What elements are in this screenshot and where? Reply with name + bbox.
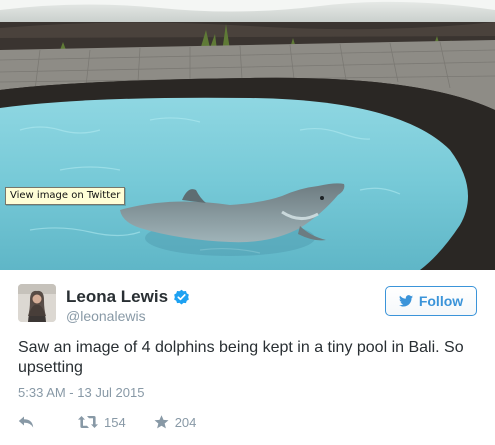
dolphin-pool-photo xyxy=(0,0,495,270)
tweet-actions: 154 204 xyxy=(18,412,196,432)
user-handle[interactable]: @leonalewis xyxy=(66,308,146,324)
verified-badge-icon xyxy=(173,289,190,306)
tweet-timestamp[interactable]: 5:33 AM - 13 Jul 2015 xyxy=(18,385,144,401)
tweet-text: Saw an image of 4 dolphins being kept in… xyxy=(18,339,464,376)
twitter-bird-icon xyxy=(398,295,413,307)
tweet-photo[interactable]: View image on Twitter xyxy=(0,0,495,270)
reply-button[interactable] xyxy=(18,416,36,428)
reply-icon xyxy=(18,416,34,428)
embedded-tweet: View image on Twitter Leona Lewis @leona… xyxy=(0,0,495,445)
display-name[interactable]: Leona Lewis xyxy=(66,287,168,307)
avatar[interactable] xyxy=(18,284,56,322)
favorite-star-icon xyxy=(154,415,169,429)
retweet-button[interactable]: 154 xyxy=(78,415,126,430)
name-row: Leona Lewis xyxy=(66,287,190,307)
avatar-image xyxy=(18,284,56,322)
retweet-count: 154 xyxy=(104,414,126,430)
retweet-icon xyxy=(78,416,98,428)
follow-button[interactable]: Follow xyxy=(385,286,477,316)
favorite-count: 204 xyxy=(174,414,197,430)
view-image-tooltip: View image on Twitter xyxy=(5,187,126,205)
follow-button-label: Follow xyxy=(418,293,464,309)
favorite-button[interactable]: 204 xyxy=(154,414,197,430)
